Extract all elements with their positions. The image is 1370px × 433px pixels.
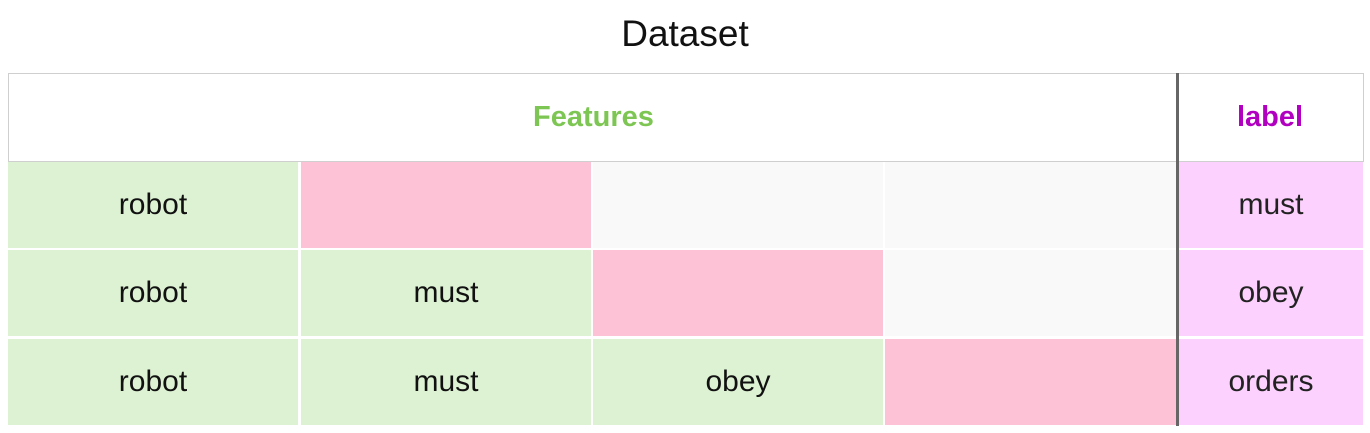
feature-cell: robot (8, 339, 298, 425)
table-row: robot must (8, 162, 1363, 248)
label-divider (1176, 73, 1179, 426)
feature-cell (593, 162, 883, 248)
feature-cell (885, 250, 1176, 336)
feature-cell: obey (593, 339, 883, 425)
label-cell: must (1179, 162, 1363, 248)
feature-cell (593, 250, 883, 336)
feature-cell: must (301, 250, 591, 336)
feature-cell: robot (8, 250, 298, 336)
feature-cell (301, 162, 591, 248)
table-row: robot must obey (8, 250, 1363, 336)
label-header: label (1177, 73, 1364, 162)
feature-cell: must (301, 339, 591, 425)
table-row: robot must obey orders (8, 339, 1363, 425)
dataset-table: Features label robot must robot must obe… (8, 73, 1364, 426)
diagram-title: Dataset (621, 13, 749, 54)
header-row: Features label (8, 73, 1364, 162)
feature-cell: robot (8, 162, 298, 248)
feature-cell (885, 162, 1176, 248)
label-cell: orders (1179, 339, 1363, 425)
label-cell: obey (1179, 250, 1363, 336)
feature-cell (885, 339, 1176, 425)
features-header: Features (8, 73, 1179, 162)
